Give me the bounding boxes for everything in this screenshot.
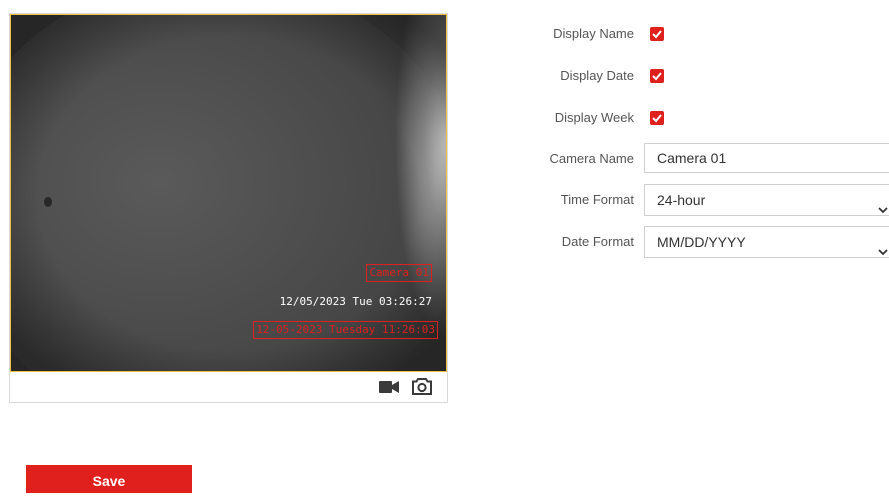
checkmark-icon xyxy=(652,114,662,123)
osd-datetime-overlay: 12/05/2023 Tue 03:26:27 xyxy=(279,295,432,308)
image-spot xyxy=(44,197,52,207)
display-week-label: Display Week xyxy=(554,110,634,125)
time-format-label: Time Format xyxy=(560,192,634,207)
checkmark-icon xyxy=(652,30,662,39)
time-format-value: 24-hour xyxy=(657,192,706,208)
save-button[interactable]: Save xyxy=(26,465,192,493)
osd-datetime-edit-overlay[interactable]: 12-05-2023 Tuesday 11:26:03 xyxy=(253,321,438,339)
camera-name-label: Camera Name xyxy=(549,151,634,166)
display-date-checkbox[interactable] xyxy=(650,69,664,83)
display-week-checkbox[interactable] xyxy=(650,111,664,125)
time-format-select[interactable]: 24-hour xyxy=(644,184,889,216)
display-date-label: Display Date xyxy=(560,68,634,83)
osd-camera-name-overlay[interactable]: Camera 01 xyxy=(366,264,432,282)
chevron-down-icon xyxy=(877,195,889,225)
checkmark-icon xyxy=(652,72,662,81)
display-name-label: Display Name xyxy=(553,26,634,41)
display-name-checkbox[interactable] xyxy=(650,27,664,41)
lens-vignette xyxy=(11,15,446,371)
date-format-value: MM/DD/YYYY xyxy=(657,234,746,250)
date-format-label: Date Format xyxy=(561,234,634,249)
video-camera-icon[interactable] xyxy=(379,380,399,399)
chevron-down-icon xyxy=(877,237,889,267)
date-format-select[interactable]: MM/DD/YYYY xyxy=(644,226,889,258)
live-preview-panel: Camera 01 12/05/2023 Tue 03:26:27 12-05-… xyxy=(9,13,448,403)
video-preview[interactable]: Camera 01 12/05/2023 Tue 03:26:27 12-05-… xyxy=(10,14,447,372)
preview-toolbar xyxy=(10,372,447,402)
camera-name-input[interactable] xyxy=(644,143,889,173)
camera-icon[interactable] xyxy=(412,378,432,400)
